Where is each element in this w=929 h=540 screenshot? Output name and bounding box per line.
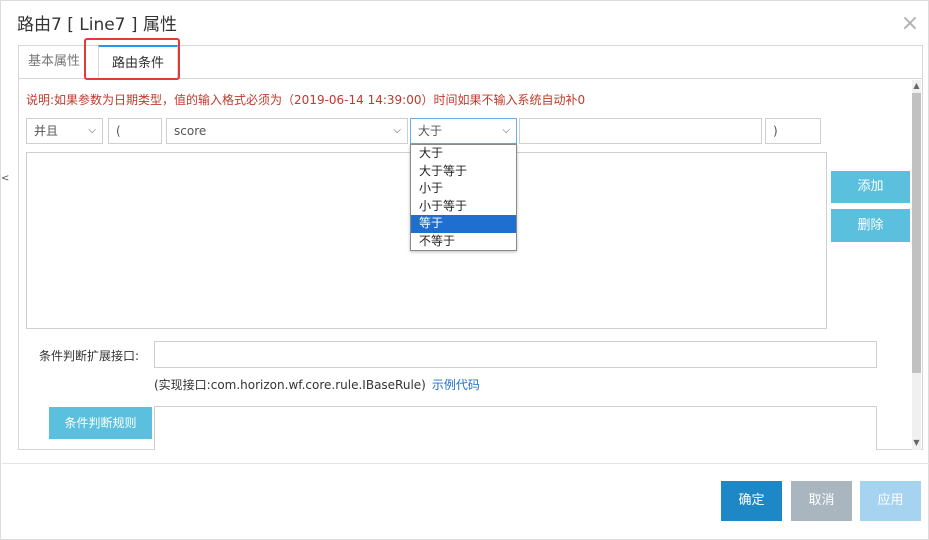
- properties-dialog: 路由7 [ Line7 ] 属性 × < 基本属性 路由条件 说明:如果参数为日…: [0, 0, 929, 540]
- footer-divider: [2, 463, 929, 464]
- operator-dropdown: 大于 大于等于 小于 小于等于 等于 不等于: [410, 144, 517, 251]
- right-paren-input[interactable]: ): [765, 118, 821, 144]
- left-paren-input[interactable]: (: [108, 118, 162, 144]
- condition-rule-button[interactable]: 条件判断规则: [49, 407, 152, 439]
- chevron-down-icon: ⌵: [88, 125, 96, 136]
- tab-basic-properties[interactable]: 基本属性: [19, 45, 89, 79]
- logic-select[interactable]: 并且 ⌵: [26, 118, 103, 144]
- operator-option[interactable]: 不等于: [411, 233, 516, 251]
- logic-select-value: 并且: [34, 124, 59, 138]
- scroll-up-icon[interactable]: ▲: [912, 81, 921, 90]
- tab-highlight-box: [84, 38, 180, 80]
- field-select[interactable]: score ⌵: [166, 118, 408, 144]
- dialog-title: 路由7 [ Line7 ] 属性: [17, 15, 177, 35]
- operator-select[interactable]: 大于 ⌵: [410, 118, 517, 144]
- add-button[interactable]: 添加: [831, 171, 910, 203]
- field-select-value: score: [174, 124, 207, 138]
- operator-option[interactable]: 大于: [411, 145, 516, 163]
- operator-option[interactable]: 大于等于: [411, 163, 516, 181]
- apply-button[interactable]: 应用: [860, 481, 921, 521]
- extension-interface-label: 条件判断扩展接口:: [39, 349, 140, 363]
- implementation-note-text: (实现接口:com.horizon.wf.core.rule.IBaseRule…: [154, 378, 426, 392]
- date-format-note: 说明:如果参数为日期类型，值的输入格式必须为（2019-06-14 14:39:…: [26, 93, 586, 107]
- operator-select-value: 大于: [418, 124, 443, 138]
- chevron-down-icon: ⌵: [502, 125, 510, 136]
- cancel-button[interactable]: 取消: [791, 481, 852, 521]
- left-edge-mark: <: [1, 173, 10, 184]
- operator-option-highlighted[interactable]: 等于: [411, 215, 516, 233]
- operator-option[interactable]: 小于: [411, 180, 516, 198]
- extension-interface-input[interactable]: [154, 341, 877, 368]
- example-code-link[interactable]: 示例代码: [432, 378, 480, 392]
- scrollbar-thumb[interactable]: [912, 93, 921, 373]
- delete-button[interactable]: 删除: [831, 209, 910, 242]
- implementation-note: (实现接口:com.horizon.wf.core.rule.IBaseRule…: [154, 376, 480, 393]
- chevron-down-icon: ⌵: [393, 125, 401, 136]
- operator-option[interactable]: 小于等于: [411, 198, 516, 216]
- value-input[interactable]: [519, 118, 762, 144]
- ok-button[interactable]: 确定: [721, 481, 782, 521]
- scroll-down-icon[interactable]: ▼: [912, 438, 921, 447]
- close-icon[interactable]: ×: [899, 13, 921, 35]
- condition-rule-textarea[interactable]: [154, 406, 877, 450]
